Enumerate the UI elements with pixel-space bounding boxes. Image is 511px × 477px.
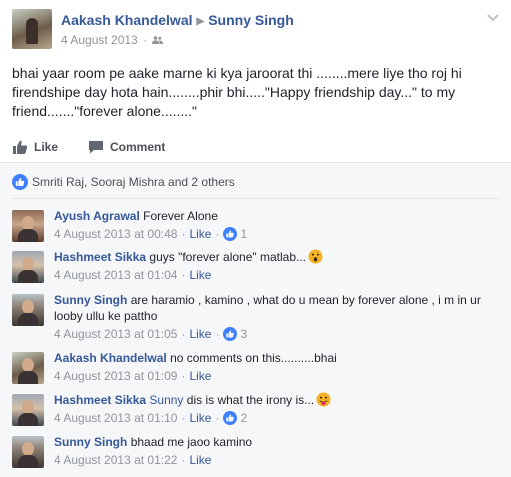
comment-like-link[interactable]: Like — [189, 368, 211, 384]
surprised-emoji-icon — [308, 249, 323, 264]
comment-text: dis is what the irony is... — [186, 393, 315, 407]
meta-dot: · — [181, 411, 186, 425]
comment-like-link[interactable]: Like — [189, 326, 211, 342]
comment-time[interactable]: 4 August 2013 at 01:04 — [54, 267, 177, 283]
comment-like-count[interactable]: 2 — [240, 410, 247, 426]
tongue-emoji-icon — [316, 392, 331, 407]
post-header: Aakash Khandelwal ▶ Sunny Singh 4 August 2… — [12, 9, 502, 49]
thumbs-up-icon — [13, 140, 28, 154]
likes-summary-row[interactable]: Smriti Raj, Sooraj Mishra and 2 others — [12, 174, 235, 190]
target-name[interactable]: Sunny Singh — [208, 12, 294, 28]
like-reaction-icon[interactable] — [223, 411, 238, 425]
comment-author[interactable]: Aakash Khandelwal — [54, 351, 167, 365]
comment-like-count[interactable]: 3 — [240, 326, 247, 342]
post-actions: Like Comment — [12, 137, 500, 159]
like-reaction-icon[interactable] — [223, 227, 238, 241]
avatar[interactable] — [12, 251, 44, 283]
avatar[interactable] — [12, 294, 44, 326]
meta-dot: · — [181, 227, 186, 241]
author-avatar[interactable] — [12, 9, 52, 49]
avatar[interactable] — [12, 210, 44, 242]
comment-time[interactable]: 4 August 2013 at 01:05 — [54, 326, 177, 342]
comment-button[interactable]: Comment — [88, 139, 165, 155]
avatar[interactable] — [12, 394, 44, 426]
comment-author[interactable]: Ayush Agrawal — [54, 209, 140, 223]
comment-text: no comments on this..........bhai — [170, 351, 337, 365]
likes-divider — [12, 198, 499, 199]
meta-dot: · — [215, 327, 220, 341]
comment-bubble-icon — [89, 141, 103, 154]
facebook-post: Aakash Khandelwal ▶ Sunny Singh 4 August 2… — [0, 0, 511, 477]
comment-like-link[interactable]: Like — [189, 267, 211, 283]
comment-like-link[interactable]: Like — [189, 410, 211, 426]
post-names: Aakash Khandelwal ▶ Sunny Singh — [61, 12, 294, 28]
like-label: Like — [34, 140, 59, 154]
comment-author[interactable]: Hashmeet Sikka — [54, 250, 146, 264]
chevron-down-icon[interactable] — [486, 13, 500, 23]
like-reaction-icon[interactable] — [223, 327, 238, 341]
comment-label: Comment — [110, 140, 166, 154]
comment-like-link[interactable]: Like — [189, 226, 211, 242]
meta-dot: · — [181, 327, 186, 341]
comment-time[interactable]: 4 August 2013 at 00:48 — [54, 226, 177, 242]
comment-like-link[interactable]: Like — [189, 452, 211, 468]
author-name[interactable]: Aakash Khandelwal — [61, 12, 193, 28]
comment-text: Forever Alone — [143, 209, 218, 223]
avatar[interactable] — [12, 352, 44, 384]
post-text: bhai yaar room pe aake marne ki kya jaro… — [12, 65, 462, 119]
comments-section: Smriti Raj, Sooraj Mishra and 2 others A… — [0, 163, 511, 477]
meta-separator: · — [143, 33, 148, 47]
arrow-right-icon: ▶ — [196, 16, 205, 27]
comment-author[interactable]: Sunny Singh — [54, 293, 127, 307]
comment-time[interactable]: 4 August 2013 at 01:09 — [54, 368, 177, 384]
meta-dot: · — [181, 268, 186, 282]
meta-dot: · — [181, 369, 186, 383]
comment-text: guys "forever alone" matlab... — [149, 250, 307, 264]
meta-dot: · — [215, 411, 220, 425]
comment-author[interactable]: Hashmeet Sikka — [54, 393, 146, 407]
comment-time[interactable]: 4 August 2013 at 01:10 — [54, 410, 177, 426]
avatar[interactable] — [12, 436, 44, 468]
comment-tag[interactable]: Sunny — [149, 393, 183, 407]
comment-author[interactable]: Sunny Singh — [54, 435, 127, 449]
comment-time[interactable]: 4 August 2013 at 01:22 — [54, 452, 177, 468]
post-meta: 4 August 2013 · — [61, 33, 164, 47]
likes-summary-text: Smriti Raj, Sooraj Mishra and 2 others — [32, 175, 235, 189]
like-button[interactable]: Like — [12, 139, 58, 155]
meta-dot: · — [215, 227, 220, 241]
friends-audience-icon[interactable] — [152, 36, 164, 44]
comment-like-count[interactable]: 1 — [240, 226, 247, 242]
meta-dot: · — [181, 453, 186, 467]
post-date[interactable]: 4 August 2013 — [61, 33, 138, 47]
like-reaction-icon — [12, 174, 28, 190]
comment-text: bhaad me jaoo kamino — [130, 435, 253, 449]
